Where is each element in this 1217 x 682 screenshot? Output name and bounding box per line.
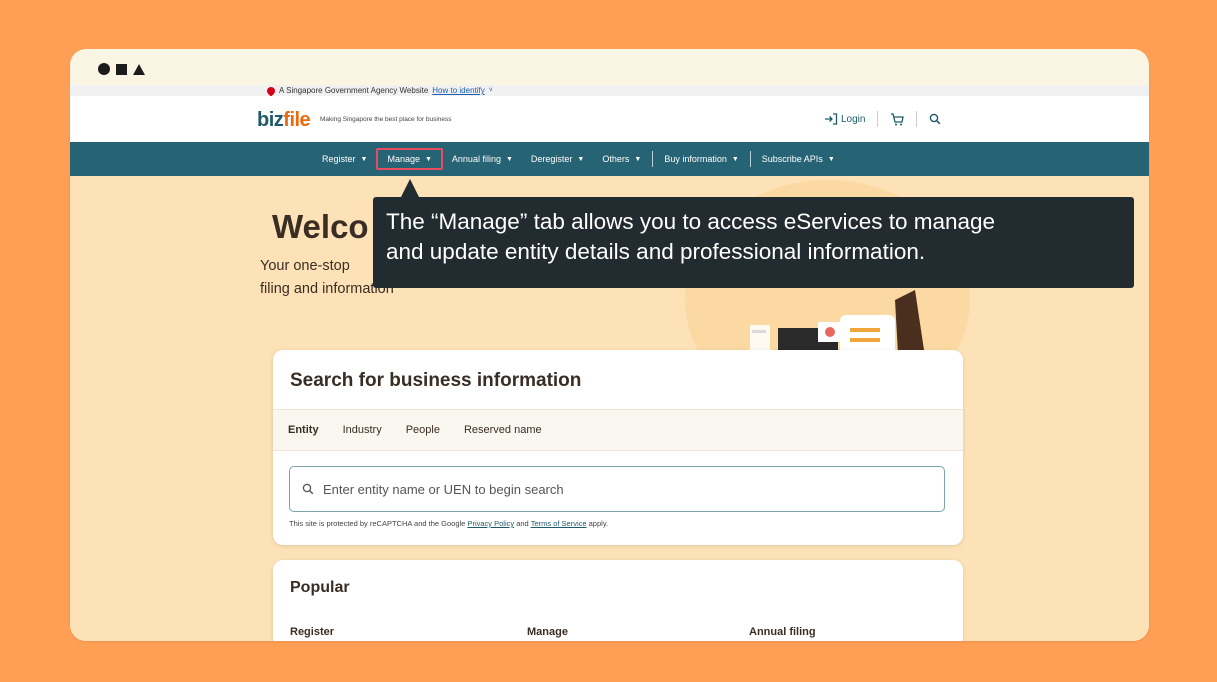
terms-of-service-link[interactable]: Terms of Service [531, 519, 587, 528]
search-card-title: Search for business information [290, 370, 582, 391]
popular-column-register[interactable]: Register [290, 626, 334, 638]
nav-item-subscribe-apis[interactable]: Subscribe APIs ▼ [753, 148, 844, 170]
nav-item-deregister[interactable]: Deregister ▼ [522, 148, 593, 170]
main-navigation: Register ▼ Manage ▼ Annual filing ▼ Deregis… [70, 142, 1149, 176]
tab-people[interactable]: People [394, 410, 452, 450]
entity-search-box[interactable] [289, 466, 945, 512]
business-search-card: Search for business information Entity I… [273, 350, 963, 545]
tooltip-line-2: and update entity details and profession… [386, 239, 926, 264]
popular-column-annual-filing[interactable]: Annual filing [749, 626, 816, 638]
gov-banner-text: A Singapore Government Agency Website [279, 86, 429, 95]
caret-down-icon: ▼ [731, 155, 739, 163]
nav-divider [652, 151, 654, 167]
site-tagline: Making Singapore the best place for busi… [320, 116, 452, 123]
entity-search-input[interactable] [323, 481, 923, 497]
login-label: Login [841, 113, 866, 125]
circle-shape-icon [98, 63, 110, 75]
tooltip-pointer [401, 179, 419, 197]
webpage-viewport: A Singapore Government Agency Website Ho… [70, 85, 1149, 641]
privacy-policy-link[interactable]: Privacy Policy [467, 519, 514, 528]
login-button[interactable]: Login [824, 113, 865, 125]
caret-down-icon: ▼ [505, 155, 513, 163]
tooltip-line-1: The “Manage” tab allows you to access eS… [386, 209, 996, 234]
popular-column-manage[interactable]: Manage [527, 626, 568, 638]
header-divider [877, 111, 879, 127]
header-actions: Login [824, 110, 941, 128]
tab-reserved-name[interactable]: Reserved name [452, 410, 554, 450]
site-header: bizfile Making Singapore the best place … [70, 96, 1149, 142]
popular-card: Popular Register Manage Annual filing [273, 560, 963, 641]
nav-item-manage[interactable]: Manage ▼ [376, 148, 443, 170]
how-to-identify-link[interactable]: How to identify [432, 86, 484, 95]
caret-down-icon: ▼ [577, 155, 585, 163]
lion-head-icon [265, 85, 277, 97]
nav-item-buy-information[interactable]: Buy information ▼ [655, 148, 747, 170]
browser-window: A Singapore Government Agency Website Ho… [70, 49, 1149, 641]
square-shape-icon [116, 63, 127, 75]
caret-down-icon: ▼ [424, 155, 432, 163]
tab-entity[interactable]: Entity [276, 410, 331, 450]
nav-item-annual-filing[interactable]: Annual filing ▼ [443, 148, 522, 170]
cart-icon[interactable] [890, 112, 905, 126]
search-tabs: Entity Industry People Reserved name [273, 409, 963, 451]
government-banner: A Singapore Government Agency Website Ho… [70, 85, 1149, 97]
triangle-shape-icon [133, 63, 145, 75]
caret-down-icon: ▼ [827, 155, 835, 163]
recaptcha-notice: This site is protected by reCAPTCHA and … [289, 519, 609, 528]
window-controls [98, 63, 145, 75]
nav-item-register[interactable]: Register ▼ [313, 148, 376, 170]
chevron-down-icon[interactable]: ˅ [489, 87, 493, 94]
login-icon [825, 113, 838, 125]
hero-title: Welco [272, 208, 369, 245]
tutorial-tooltip: The “Manage” tab allows you to access eS… [373, 197, 1134, 288]
nav-item-others[interactable]: Others ▼ [593, 148, 650, 170]
popular-title: Popular [290, 579, 350, 596]
search-icon[interactable] [929, 113, 941, 125]
bizfile-logo[interactable]: bizfile [257, 109, 311, 132]
caret-down-icon: ▼ [360, 155, 368, 163]
caret-down-icon: ▼ [634, 155, 642, 163]
nav-divider [749, 151, 751, 167]
search-icon [302, 483, 314, 495]
tab-industry[interactable]: Industry [331, 410, 394, 450]
header-divider [916, 111, 918, 127]
